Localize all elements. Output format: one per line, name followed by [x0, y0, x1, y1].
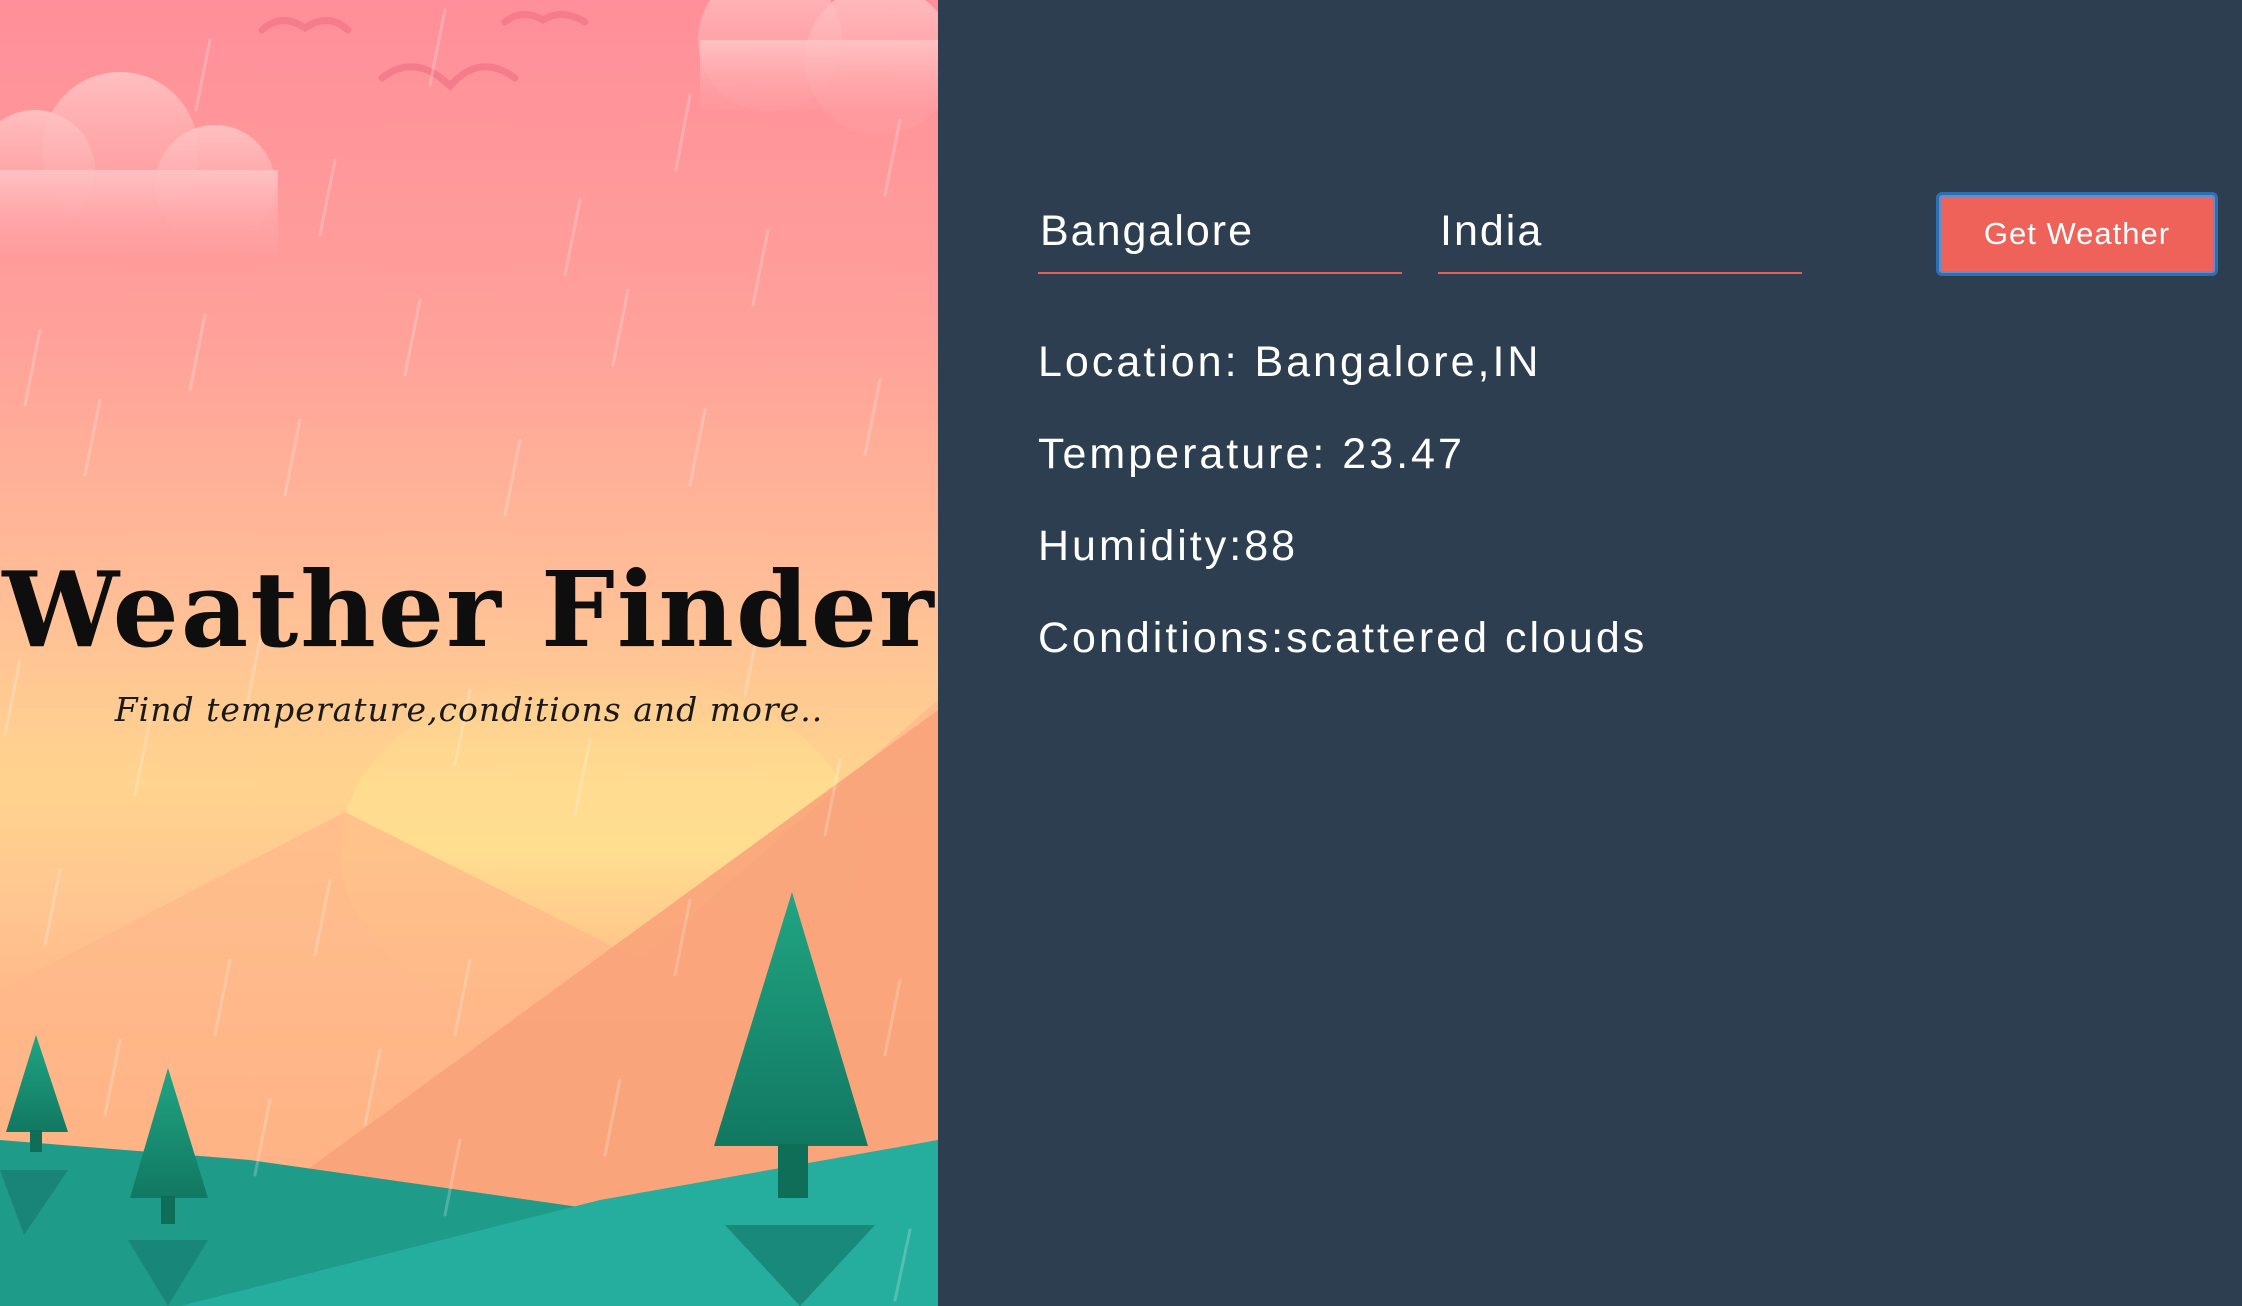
location-text: Location: Bangalore,IN [1038, 338, 1542, 386]
conditions-text: Conditions:scattered clouds [1038, 614, 1648, 662]
get-weather-button[interactable]: Get Weather [1936, 192, 2218, 276]
weather-panel: Get Weather Location: Bangalore,IN Tempe… [938, 0, 2242, 1306]
weather-results: Location: Bangalore,IN Temperature: 23.4… [1038, 330, 2138, 698]
app-window: Weather Finder Find temperature,conditio… [0, 0, 2242, 1306]
cloud-left [0, 72, 278, 255]
hero-panel: Weather Finder Find temperature,conditio… [0, 0, 938, 1306]
birds [258, 11, 589, 92]
country-input[interactable] [1438, 190, 1802, 274]
page-subtitle: Find temperature,conditions and more.. [114, 690, 824, 729]
humidity-text: Humidity:88 [1038, 522, 1299, 570]
page-title: Weather Finder [2, 548, 936, 671]
cloud-right [698, 0, 938, 135]
temperature-text: Temperature: 23.47 [1038, 430, 1465, 478]
weather-form: Get Weather [1038, 190, 2218, 280]
hero-title-block: Weather Finder Find temperature,conditio… [0, 545, 938, 733]
city-input[interactable] [1038, 190, 1402, 274]
